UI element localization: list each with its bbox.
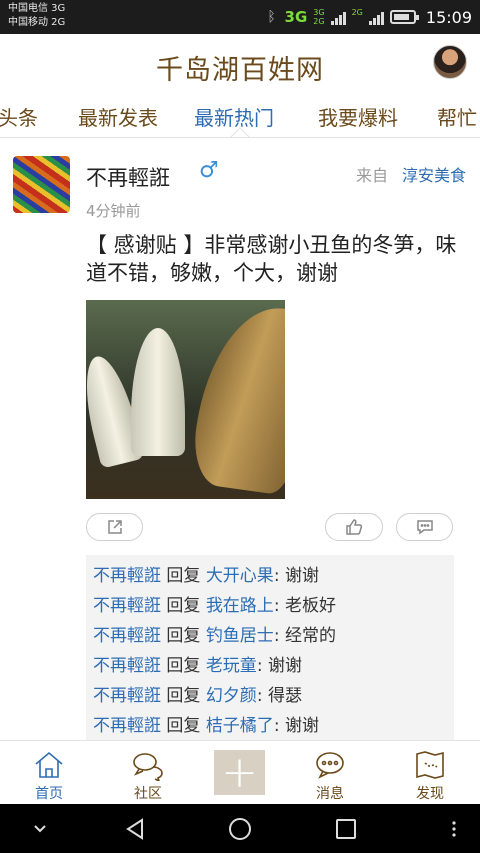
reply-verb: 回复 (166, 566, 201, 586)
tab-help[interactable]: 帮忙 (437, 102, 477, 131)
back-icon[interactable] (115, 804, 155, 853)
reply-text: : 经常的 (273, 626, 336, 646)
signal-icon (330, 9, 346, 25)
thumbs-up-icon (346, 519, 363, 535)
reply-verb: 回复 (166, 626, 201, 646)
plus-icon: + (221, 746, 258, 798)
network-type-small-bottom: 2G (313, 17, 325, 26)
reply-user[interactable]: 不再輕誑 (93, 656, 161, 676)
message-icon (316, 752, 344, 779)
home-icon (35, 751, 63, 778)
network-type-small-right: 2G (351, 8, 363, 17)
reply-target[interactable]: 桔子橘了 (206, 716, 274, 736)
reply-user[interactable]: 不再輕誑 (93, 566, 161, 586)
signal-icon-2 (368, 9, 384, 25)
network-type: 3G (284, 8, 308, 26)
photo-leaf-shape (188, 300, 285, 497)
status-bar: 中国电信 3G 中国移动 2G ᛒ 3G 3G 2G 2G 15:09 (0, 0, 480, 34)
like-button[interactable] (325, 513, 383, 541)
nav-discover[interactable]: 发现 (382, 741, 478, 805)
reply-text: : 老板好 (273, 596, 336, 616)
list-item[interactable]: 不再輕誑 回复 大开心果: 谢谢 (93, 565, 319, 587)
chevron-down-icon[interactable] (22, 804, 58, 853)
bottom-nav: 首页 社区 + 消息 发现 (0, 740, 480, 804)
photo-shoot-shape (131, 328, 185, 456)
network-type-small-top: 3G (313, 8, 325, 17)
user-avatar[interactable] (433, 45, 467, 79)
reply-text: : 谢谢 (273, 566, 319, 586)
comment-icon (416, 520, 433, 535)
tab-latest-posts[interactable]: 最新发表 (78, 102, 158, 131)
reply-text: : 谢谢 (273, 716, 319, 736)
list-item[interactable]: 不再輕誑 回复 老玩童: 谢谢 (93, 655, 302, 677)
carrier-1: 中国电信 3G (8, 3, 66, 14)
new-post-button[interactable]: + (214, 750, 265, 795)
nav-home-label: 首页 (35, 786, 63, 802)
recent-apps-icon[interactable] (328, 804, 364, 853)
source-forum-link[interactable]: 淳安美食 (402, 162, 466, 186)
category-tabs: 头条 最新发表 最新热门 我要爆料 帮忙 (0, 94, 480, 138)
system-nav-bar (0, 804, 480, 853)
post-text[interactable]: 【 感谢贴 】非常感谢小丑鱼的冬笋，味道不错，够嫩，个大，谢谢 (86, 231, 470, 287)
list-item[interactable]: 不再輕誑 回复 幻夕颜: 得瑟 (93, 685, 302, 707)
nav-discover-label: 发现 (416, 786, 444, 802)
community-icon (133, 753, 163, 781)
reply-target[interactable]: 幻夕颜 (206, 686, 257, 706)
share-button[interactable] (86, 513, 143, 541)
reply-user[interactable]: 不再輕誑 (93, 686, 161, 706)
comment-button[interactable] (396, 513, 453, 541)
reply-text: : 谢谢 (256, 656, 302, 676)
male-icon: ♂ (199, 158, 219, 183)
reply-target[interactable]: 我在路上 (206, 596, 274, 616)
nav-home[interactable]: 首页 (1, 741, 97, 805)
reply-target[interactable]: 大开心果 (206, 566, 274, 586)
discover-icon (416, 751, 444, 779)
source-label: 来自 (355, 166, 388, 185)
bluetooth-icon: ᛒ (267, 9, 276, 25)
tab-latest-hot[interactable]: 最新热门 (194, 102, 274, 131)
list-item[interactable]: 不再輕誑 回复 我在路上: 老板好 (93, 595, 336, 617)
post-author[interactable]: 不再輕誑 (86, 162, 170, 192)
app-title: 千岛湖百姓网 (156, 55, 324, 86)
reply-text: : 得瑟 (256, 686, 302, 706)
nav-community-label: 社区 (134, 786, 162, 802)
post-time: 4分钟前 (86, 202, 141, 220)
reply-verb: 回复 (166, 686, 201, 706)
post-photo[interactable] (86, 300, 285, 499)
nav-messages[interactable]: 消息 (282, 741, 378, 805)
reply-list: 不再輕誑 回复 大开心果: 谢谢 不再輕誑 回复 我在路上: 老板好 不再輕誑 … (86, 555, 454, 740)
tab-headlines[interactable]: 头条 (0, 102, 38, 131)
share-icon (107, 520, 122, 534)
reply-verb: 回复 (166, 656, 201, 676)
post-author-avatar[interactable] (13, 156, 70, 213)
battery-icon (389, 10, 419, 24)
reply-verb: 回复 (166, 596, 201, 616)
nav-community[interactable]: 社区 (100, 741, 196, 805)
list-item[interactable]: 不再輕誑 回复 桔子橘了: 谢谢 (93, 715, 319, 737)
reply-target[interactable]: 钓鱼居士 (206, 626, 274, 646)
clock: 15:09 (425, 7, 472, 27)
tab-report-news[interactable]: 我要爆料 (318, 102, 398, 131)
more-options-icon[interactable] (440, 804, 468, 853)
reply-user[interactable]: 不再輕誑 (93, 716, 161, 736)
app-header: 千岛湖百姓网 (0, 34, 480, 94)
list-item[interactable]: 不再輕誑 回复 钓鱼居士: 经常的 (93, 625, 336, 647)
reply-target[interactable]: 老玩童 (206, 656, 257, 676)
nav-messages-label: 消息 (316, 786, 344, 802)
reply-user[interactable]: 不再輕誑 (93, 596, 161, 616)
reply-user[interactable]: 不再輕誑 (93, 626, 161, 646)
home-circle-icon[interactable] (222, 804, 258, 853)
reply-verb: 回复 (166, 716, 201, 736)
carrier-2: 中国移动 2G (8, 17, 66, 28)
